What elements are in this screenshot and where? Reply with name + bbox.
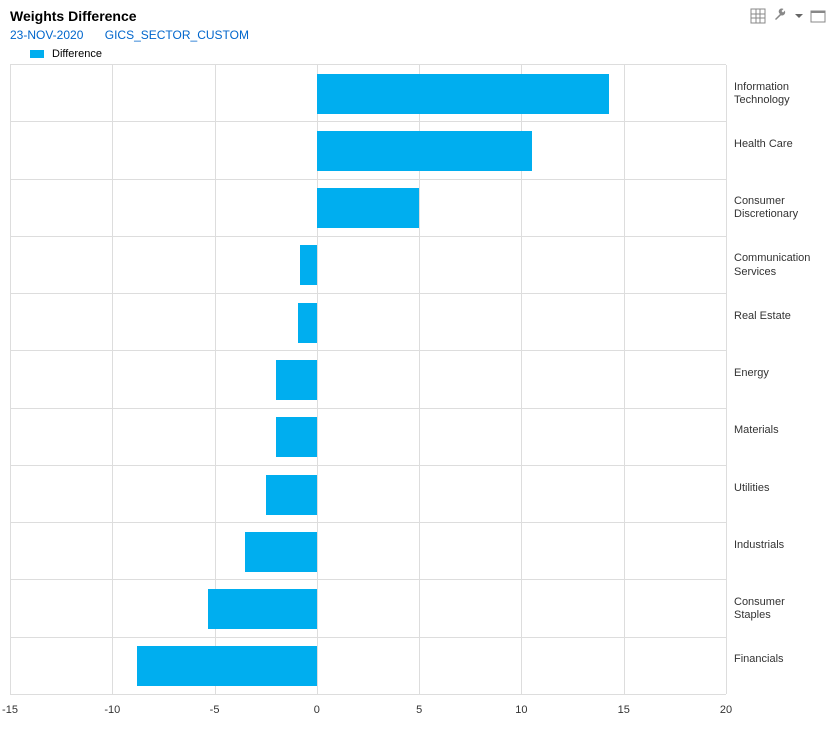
legend: Difference bbox=[0, 42, 836, 64]
category-label: Energy bbox=[734, 367, 826, 380]
chevron-down-icon[interactable] bbox=[794, 8, 804, 24]
row-separator bbox=[10, 579, 726, 580]
bar[interactable] bbox=[317, 131, 532, 171]
chart: -15 -10 -5 0 5 10 15 20 Information Technology He… bbox=[0, 64, 836, 734]
bar[interactable] bbox=[317, 188, 419, 228]
category-label: Real Estate bbox=[734, 310, 826, 323]
date-label: 23-NOV-2020 bbox=[10, 28, 83, 42]
bar[interactable] bbox=[298, 303, 316, 343]
grid-line bbox=[624, 65, 625, 694]
row-separator bbox=[10, 465, 726, 466]
bar[interactable] bbox=[245, 532, 317, 572]
legend-label: Difference bbox=[52, 48, 102, 60]
row-separator bbox=[10, 121, 726, 122]
toolbar bbox=[750, 8, 826, 24]
row-separator bbox=[10, 637, 726, 638]
grid-line bbox=[726, 65, 727, 694]
page-title: Weights Difference bbox=[10, 8, 137, 24]
category-label: Industrials bbox=[734, 539, 826, 552]
row-separator bbox=[10, 293, 726, 294]
row-separator bbox=[10, 64, 726, 65]
category-label: Financials bbox=[734, 653, 826, 666]
x-tick-label: -5 bbox=[210, 704, 220, 716]
x-tick-label: 0 bbox=[314, 704, 320, 716]
category-label: Materials bbox=[734, 424, 826, 437]
x-tick-label: 15 bbox=[618, 704, 630, 716]
subheader: 23-NOV-2020 GICS_SECTOR_CUSTOM bbox=[0, 24, 836, 42]
row-separator bbox=[10, 350, 726, 351]
bar[interactable] bbox=[208, 589, 316, 629]
wrench-icon[interactable] bbox=[772, 8, 788, 24]
x-tick-label: 20 bbox=[720, 704, 732, 716]
bar[interactable] bbox=[276, 417, 317, 457]
x-tick-label: 10 bbox=[515, 704, 527, 716]
x-tick-label: -15 bbox=[2, 704, 18, 716]
bar[interactable] bbox=[300, 245, 316, 285]
category-label: Utilities bbox=[734, 482, 826, 495]
maximize-icon[interactable] bbox=[810, 8, 826, 24]
row-separator bbox=[10, 408, 726, 409]
bar[interactable] bbox=[276, 360, 317, 400]
category-label: Health Care bbox=[734, 138, 826, 151]
category-label: Consumer Discretionary bbox=[734, 195, 826, 221]
category-label: Consumer Staples bbox=[734, 596, 826, 622]
group-label: GICS_SECTOR_CUSTOM bbox=[105, 28, 249, 42]
row-separator bbox=[10, 236, 726, 237]
grid-line bbox=[10, 65, 11, 694]
category-label: Communication Services bbox=[734, 252, 826, 278]
grid-line bbox=[112, 65, 113, 694]
bar[interactable] bbox=[317, 74, 610, 114]
row-separator bbox=[10, 522, 726, 523]
row-separator bbox=[10, 694, 726, 695]
x-tick-label: -10 bbox=[104, 704, 120, 716]
grid-icon[interactable] bbox=[750, 8, 766, 24]
bar[interactable] bbox=[137, 646, 317, 686]
bar[interactable] bbox=[266, 475, 317, 515]
row-separator bbox=[10, 179, 726, 180]
category-label: Information Technology bbox=[734, 81, 826, 107]
x-tick-label: 5 bbox=[416, 704, 422, 716]
legend-swatch bbox=[30, 50, 44, 58]
